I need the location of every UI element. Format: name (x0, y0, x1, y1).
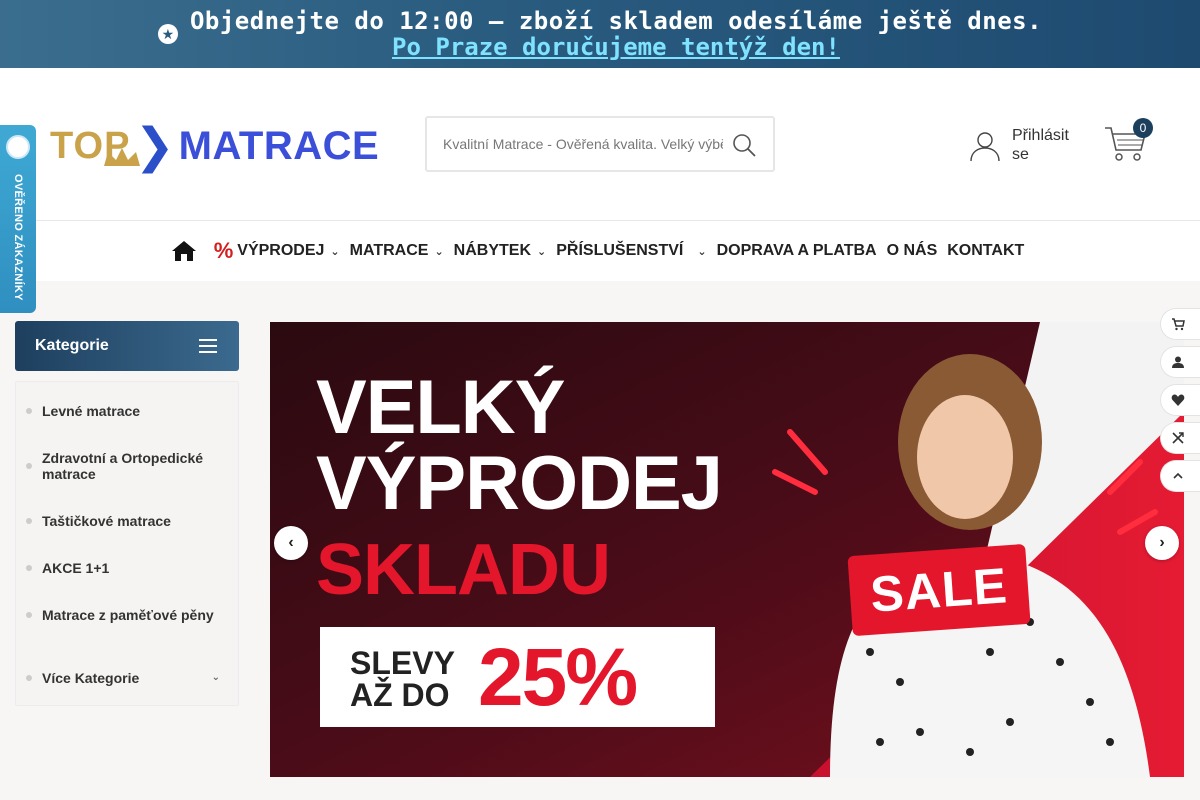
chevron-up-icon (1173, 472, 1183, 479)
discount-label-line2: AŽ DO (350, 677, 450, 713)
cart-count-badge: 0 (1133, 118, 1153, 138)
login-label: Přihlásit se (1012, 127, 1069, 163)
category-label: Zdravotní a Ortopedické matrace (42, 450, 204, 482)
percent-icon: % (213, 238, 234, 263)
search-box (425, 116, 775, 172)
chevron-down-icon: ⌄ (434, 245, 444, 258)
category-more[interactable]: Více Kategorie ⌄ (26, 670, 230, 686)
category-list: Levné matrace Zdravotní a Ortopedické ma… (15, 381, 239, 706)
floating-account-button[interactable] (1160, 346, 1200, 378)
floating-cart-button[interactable] (1160, 308, 1200, 340)
scroll-to-top-button[interactable] (1160, 460, 1200, 492)
nav-item-matrace[interactable]: MATRACE ⌄ (345, 242, 449, 260)
floating-compare-button[interactable] (1160, 422, 1200, 454)
nav-item-label: DOPRAVA A PLATBA (716, 242, 877, 259)
star-icon: ★ (157, 24, 178, 44)
floating-wishlist-button[interactable] (1160, 384, 1200, 416)
banner-headline-1: VELKÝ (316, 365, 565, 450)
discount-label-line1: SLEVY (350, 645, 455, 681)
category-item[interactable]: Levné matrace (26, 403, 230, 419)
heart-icon (1171, 394, 1185, 406)
nav-item-o-nas[interactable]: O NÁS (882, 242, 943, 260)
bullet-icon (26, 463, 32, 469)
bullet-icon (26, 675, 32, 681)
bullet-icon (26, 518, 32, 524)
nav-item-kontakt[interactable]: KONTAKT (942, 242, 1029, 260)
cart-icon (1172, 318, 1185, 331)
same-day-delivery-link[interactable]: Po Praze doručujeme tentýž den! (190, 34, 1042, 60)
nav-item-label: PŘÍSLUŠENSTVÍ (556, 242, 684, 259)
verified-customers-badge[interactable]: OVĚŘENO ZÁKAZNÍKY (0, 125, 36, 313)
nav-item-label: VÝPRODEJ (237, 242, 325, 259)
nav-item-prislusenstvi[interactable]: PŘÍSLUŠENSTVÍ ⌄ (551, 242, 711, 260)
main-content: Kategorie Levné matrace Zdravotní a Orto… (0, 281, 1200, 800)
crown-icon (104, 148, 140, 166)
categories-header[interactable]: Kategorie (15, 321, 239, 371)
chevron-down-icon: ⌄ (211, 672, 220, 683)
category-label: AKCE 1+1 (42, 560, 110, 576)
search-input[interactable] (443, 136, 723, 152)
category-label: Taštičkové matrace (42, 513, 171, 529)
category-label: Matrace z paměťové pěny (42, 607, 214, 623)
category-item[interactable]: Matrace z paměťové pěny (26, 607, 230, 623)
banner-headline-2: VÝPRODEJ (316, 441, 723, 526)
discount-label: SLEVY AŽ DO (350, 647, 455, 711)
nav-item-label: MATRACE (349, 242, 429, 259)
main-nav: % VÝPRODEJ ⌄ MATRACE ⌄ NÁBYTEK ⌄ PŘÍSLUŠ… (0, 220, 1200, 281)
category-label: Více Kategorie (42, 670, 140, 686)
nav-item-nabytek[interactable]: NÁBYTEK ⌄ (449, 242, 552, 260)
bullet-icon (26, 408, 32, 414)
user-icon (1172, 356, 1184, 368)
site-header: TOP ❯ MATRACE Přihlásit se 0 (0, 68, 1200, 220)
banner-headline-3: SKLADU (316, 530, 611, 610)
nav-item-label: O NÁS (886, 242, 938, 259)
sale-tag: SALE (847, 543, 1031, 637)
login-button[interactable]: Přihlásit se (968, 126, 1082, 164)
nav-item-label: KONTAKT (947, 242, 1025, 259)
verified-badge-label: OVĚŘENO ZÁKAZNÍKY (12, 173, 24, 301)
nav-item-vyprodej[interactable]: % VÝPRODEJ ⌄ (209, 238, 345, 264)
category-item[interactable]: Taštičkové matrace (26, 513, 230, 529)
category-label: Levné matrace (42, 403, 141, 419)
bullet-icon (26, 565, 32, 571)
user-icon (970, 132, 1000, 162)
logo-matrace-text: MATRACE (178, 123, 380, 168)
bullet-icon (26, 612, 32, 618)
compare-icon (1172, 432, 1184, 444)
category-item[interactable]: AKCE 1+1 (26, 560, 230, 576)
announcement-bar: ★ Objednejte do 12:00 – zboží skladem od… (0, 0, 1200, 68)
home-icon[interactable] (171, 239, 197, 263)
announcement-text: Objednejte do 12:00 – zboží skladem odes… (189, 7, 1043, 35)
categories-title: Kategorie (35, 337, 109, 354)
hero-banner[interactable]: VELKÝ VÝPRODEJ SKLADU SLEVY AŽ DO 25% SA… (270, 322, 1184, 777)
chevron-down-icon: ⌄ (537, 245, 547, 258)
chevron-down-icon: ⌄ (330, 245, 340, 258)
chevron-down-icon: ⌄ (697, 245, 707, 258)
category-item[interactable]: Zdravotní a Ortopedické matrace (26, 450, 230, 482)
nav-item-label: NÁBYTEK (453, 242, 531, 259)
search-icon[interactable] (731, 132, 757, 158)
discount-value: 25% (478, 632, 638, 723)
menu-icon (199, 339, 217, 353)
nav-item-doprava[interactable]: DOPRAVA A PLATBA (712, 242, 882, 260)
site-logo[interactable]: TOP ❯ MATRACE (50, 106, 395, 186)
verified-seal-icon (6, 135, 30, 159)
carousel-prev-button[interactable]: ‹ (274, 526, 308, 560)
carousel-next-button[interactable]: › (1145, 526, 1179, 560)
discount-box: SLEVY AŽ DO 25% (320, 627, 715, 727)
